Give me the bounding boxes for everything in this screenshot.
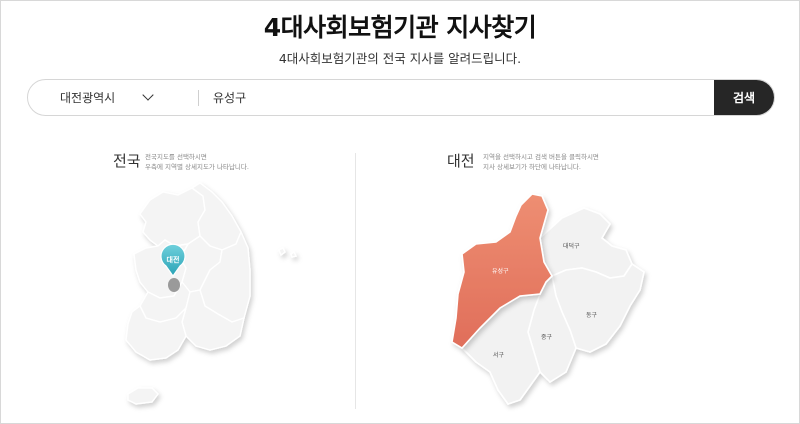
label-yuseong: 유성구	[492, 267, 509, 275]
region-gyeonggi[interactable]	[139, 187, 206, 247]
daejeon-region-dot[interactable]	[168, 278, 180, 292]
marker-label: 대전	[167, 255, 180, 264]
maps-canvas: 대전 유성구 대덕구 동구 중구 서구	[125, 182, 645, 405]
region-dokdo[interactable]	[290, 250, 298, 258]
region-jeju[interactable]	[127, 387, 159, 405]
label-daedeok: 대덕구	[563, 242, 580, 250]
label-dong: 동구	[586, 312, 598, 319]
korea-map	[125, 182, 298, 405]
label-seo: 서구	[493, 351, 505, 359]
label-jung: 중구	[541, 334, 553, 341]
region-ulleungdo[interactable]	[278, 247, 286, 257]
district-daedeok[interactable]	[539, 207, 633, 279]
